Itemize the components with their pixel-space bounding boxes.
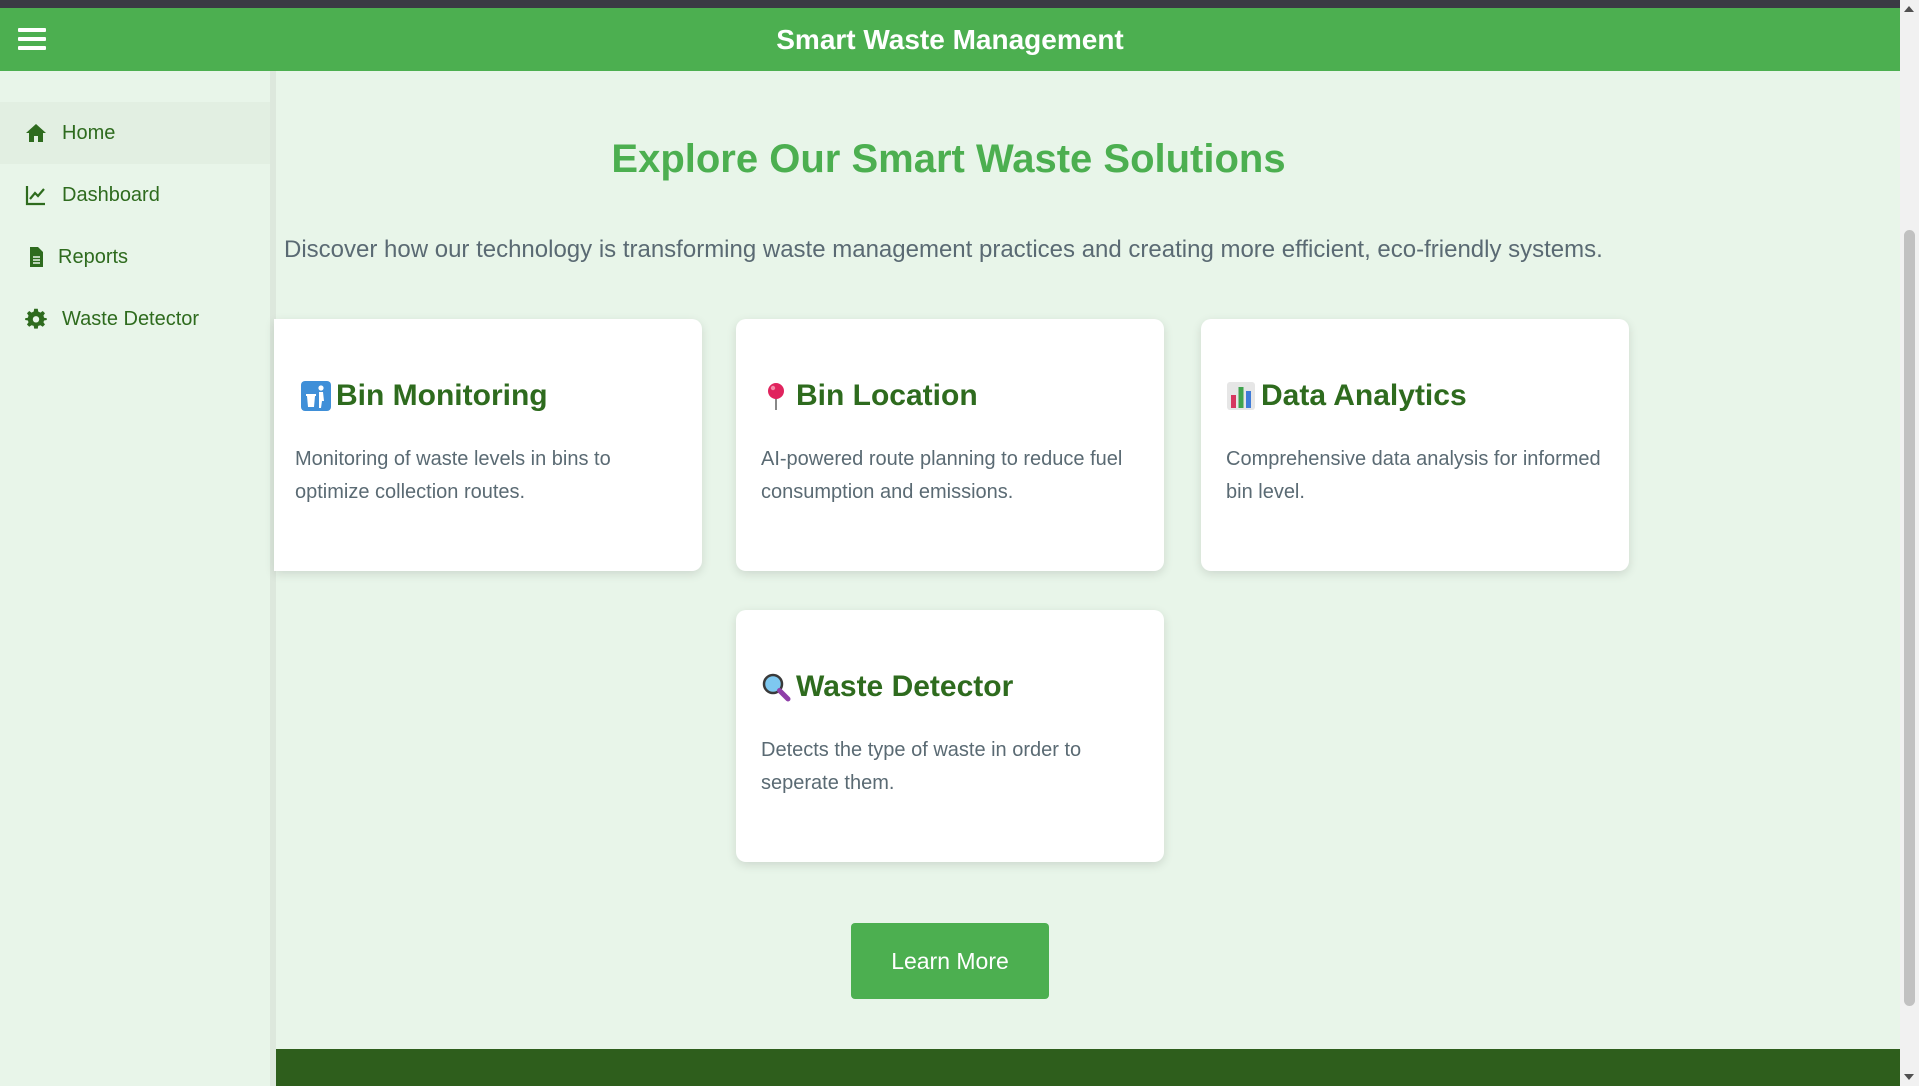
sidebar-item-label: Dashboard	[62, 183, 160, 206]
page-subtitle: Discover how our technology is transform…	[284, 236, 1603, 263]
card-title: Bin Monitoring	[336, 379, 548, 412]
scrollbar-thumb[interactable]	[1904, 230, 1915, 1006]
gear-icon	[25, 308, 47, 329]
card-waste-detector[interactable]: Waste Detector Detects the type of waste…	[736, 610, 1164, 862]
pin-icon	[760, 380, 792, 412]
app-header: Smart Waste Management	[0, 8, 1900, 71]
bar-chart-icon	[1225, 380, 1257, 412]
page-title: Explore Our Smart Waste Solutions	[611, 137, 1286, 181]
sidebar-item-label: Waste Detector	[62, 307, 200, 330]
card-description: Detects the type of waste in order to se…	[761, 739, 1082, 794]
scroll-down-arrow-icon[interactable]	[1904, 1074, 1914, 1080]
magnifier-icon	[760, 671, 792, 703]
sidebar-item-dashboard[interactable]: Dashboard	[0, 164, 270, 226]
card-bin-monitoring[interactable]: Bin Monitoring Monitoring of waste level…	[274, 319, 702, 571]
card-description: Monitoring of waste levels in bins to op…	[295, 448, 611, 503]
line-chart-icon	[25, 186, 45, 206]
vertical-scrollbar[interactable]	[1900, 0, 1919, 1086]
card-data-analytics[interactable]: Data Analytics Comprehensive data analys…	[1201, 319, 1629, 571]
sidebar-item-waste-detector[interactable]: Waste Detector	[0, 288, 270, 350]
card-description: Comprehensive data analysis for informed…	[1226, 448, 1601, 503]
scroll-up-arrow-icon[interactable]	[1904, 6, 1914, 12]
sidebar-item-label: Home	[62, 121, 116, 144]
sidebar: Home Dashboard Reports Waste Detector	[0, 71, 276, 1086]
home-icon	[26, 124, 46, 142]
card-title: Bin Location	[796, 379, 978, 412]
main-content: Explore Our Smart Waste Solutions Discov…	[274, 71, 1900, 1049]
sidebar-item-label: Reports	[58, 245, 129, 268]
window-top-strip	[0, 0, 1919, 8]
document-icon	[30, 247, 43, 267]
card-description: AI-powered route planning to reduce fuel…	[761, 448, 1123, 503]
app-title: Smart Waste Management	[776, 23, 1124, 55]
sidebar-item-reports[interactable]: Reports	[0, 226, 270, 288]
learn-more-button[interactable]: Learn More	[851, 923, 1049, 999]
hamburger-menu-icon[interactable]	[18, 28, 46, 52]
card-title: Waste Detector	[796, 670, 1014, 703]
sidebar-item-home[interactable]: Home	[0, 102, 270, 164]
footer	[276, 1049, 1900, 1086]
card-bin-location[interactable]: Bin Location AI-powered route planning t…	[736, 319, 1164, 571]
card-title: Data Analytics	[1261, 379, 1467, 412]
trash-person-icon	[300, 380, 332, 412]
